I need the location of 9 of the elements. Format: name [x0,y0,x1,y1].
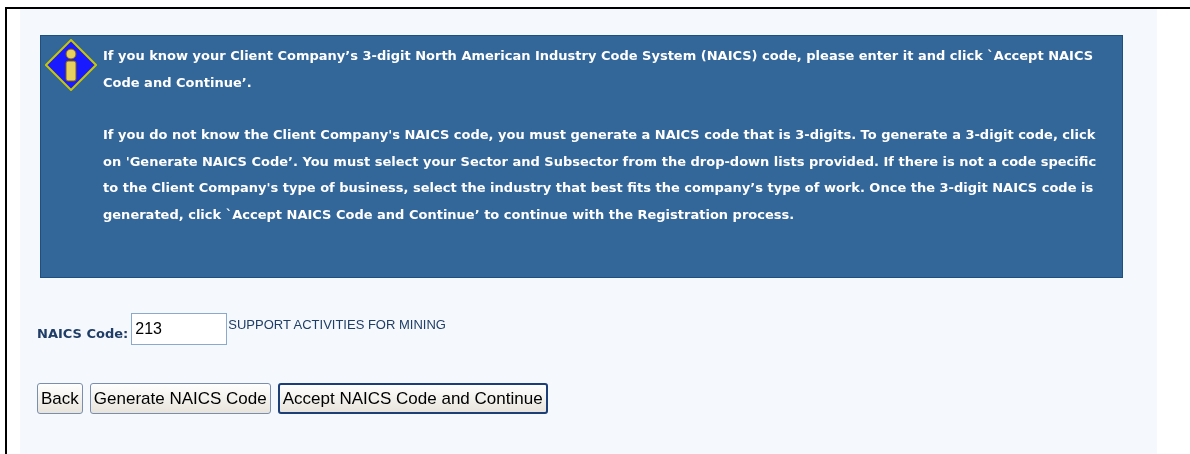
naics-description: SUPPORT ACTIVITIES FOR MINING [228,316,446,334]
form-button[interactable]: Accept NAICS Code and Continue [277,383,548,414]
form-button[interactable]: Back [37,383,83,414]
form-button[interactable]: Generate NAICS Code [89,383,271,414]
info-paragraph: If you do not know the Client Company's NAICS code, you must generate a NAICS code that is 3-digits. To generate a 3-digit code, click on 'Generate NAICS Code’. You must select your Sector and Subsector from the drop-down lists provided. If there is not a code specific to the Client Company's type of business, select the industry that best fits the company’s type of work. Once the 3-digit NAICS code is generated, click `Accept NAICS Code and Continue’ to continue with the Registration process. [103,126,1098,224]
naics-code-label: NAICS Code: [37,325,129,343]
info-paragraph: If you know your Client Company’s 3-digit North American Industry Code System (NAICS) code, please enter it and click `Accept NAICS Code and Continue’. [103,47,1095,92]
info-icon [45,39,97,91]
naics-code-input[interactable]: 213 [131,313,228,345]
